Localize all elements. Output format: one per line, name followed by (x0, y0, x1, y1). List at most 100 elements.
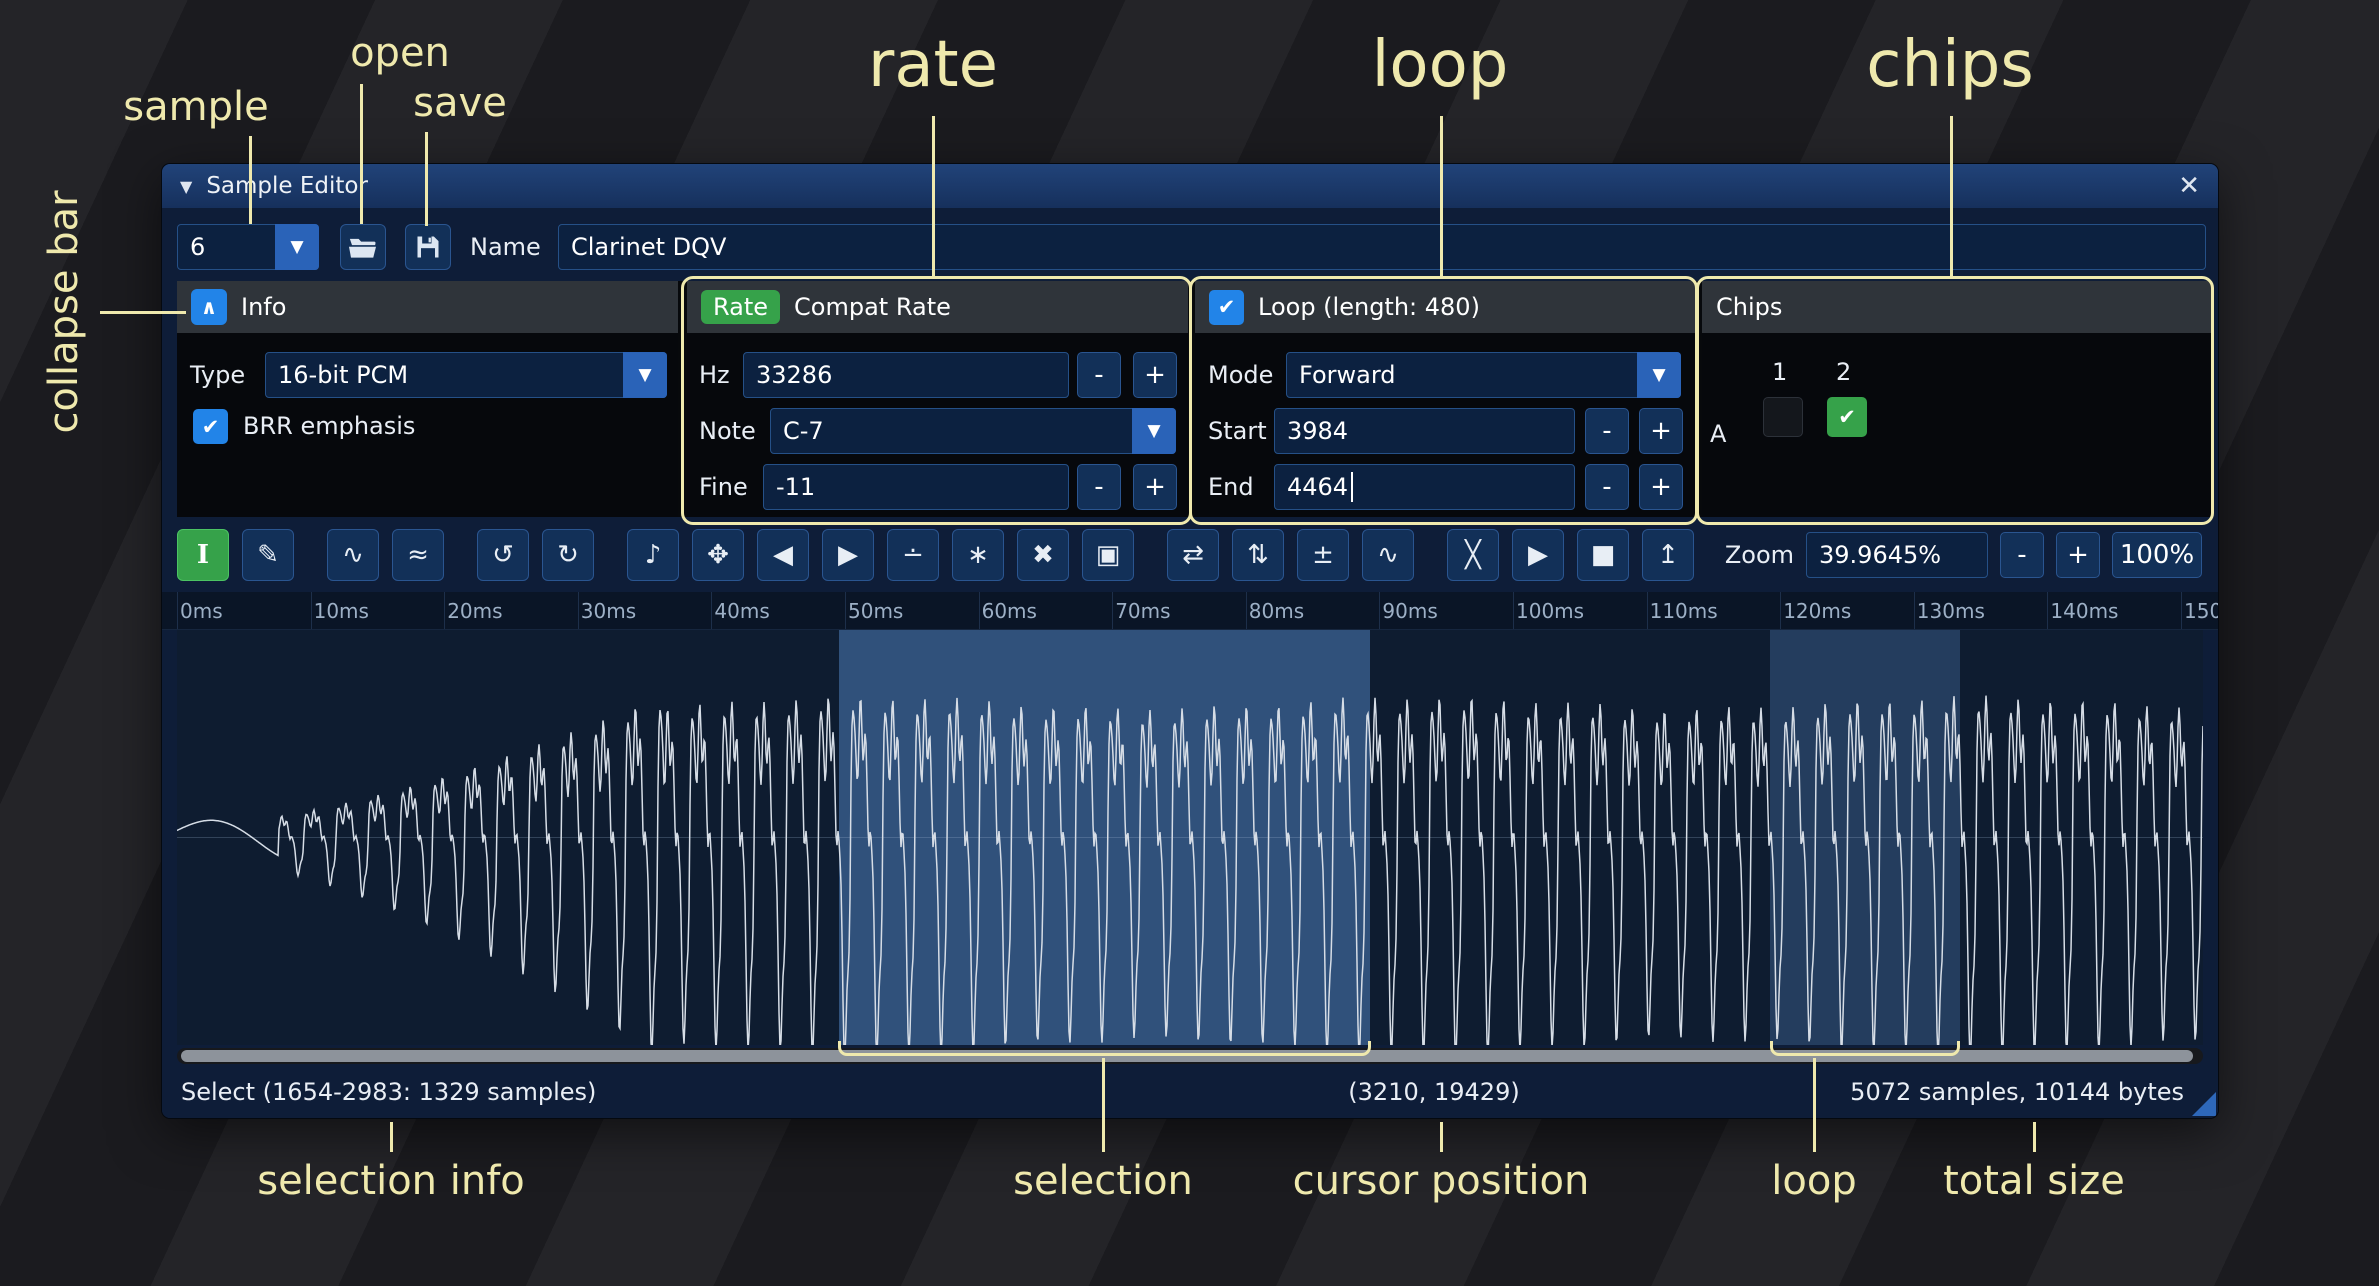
fine-plus-button[interactable]: + (1133, 464, 1177, 510)
open-button[interactable] (340, 224, 386, 270)
scrollbar-thumb[interactable] (181, 1050, 2193, 1062)
sample-number-select[interactable]: 6 ▼ (177, 224, 319, 270)
save-button[interactable] (405, 224, 451, 270)
sample-toolbar: I✎∿≈↺↻♪✥◀▶∸∗✖▣⇄⇅±∿╳▶■↥ Zoom 39.9645% - +… (162, 526, 2218, 584)
stop-preview-button[interactable]: ■ (1577, 529, 1629, 581)
delete-button[interactable]: ✖ (1017, 529, 1069, 581)
ruler-label: 90ms (1382, 599, 1437, 623)
crossfade-button[interactable]: ╳ (1447, 529, 1499, 581)
normalize-button[interactable]: ✥ (692, 529, 744, 581)
invert-button[interactable]: ⇅ (1232, 529, 1284, 581)
window-resize-grip[interactable] (2192, 1092, 2216, 1116)
collapse-info-button[interactable]: ∧ (191, 289, 227, 325)
hz-input[interactable]: 33286 (743, 352, 1069, 398)
fade-out-button[interactable]: ▶ (822, 529, 874, 581)
loop-end-value: 4464 (1287, 473, 1348, 501)
zoom-out-button[interactable]: - (2000, 532, 2044, 578)
preview-button[interactable]: ▶ (1512, 529, 1564, 581)
loop-start-plus-button[interactable]: + (1639, 408, 1683, 454)
text-caret (1351, 472, 1353, 502)
annotation-collapse-bar: collapse bar (41, 190, 87, 433)
insert-silence-button[interactable]: ∸ (887, 529, 939, 581)
apply-silence-button[interactable]: ∗ (952, 529, 1004, 581)
ruler-tick (177, 592, 178, 629)
annotation-save: save (413, 80, 507, 126)
hz-minus-button[interactable]: - (1077, 352, 1121, 398)
ruler-tick (1513, 592, 1514, 629)
sample-type-select[interactable]: 16-bit PCM ▼ (265, 352, 667, 398)
chip-2-checkbox[interactable]: ✔ (1827, 397, 1867, 437)
fade-in-button[interactable]: ◀ (757, 529, 809, 581)
ruler-label: 10ms (314, 599, 369, 623)
ruler-tick (711, 592, 712, 629)
ruler-label: 40ms (714, 599, 769, 623)
ruler-tick (2181, 592, 2182, 629)
name-input[interactable]: Clarinet DQV (558, 224, 2206, 270)
fine-minus-button[interactable]: - (1077, 464, 1121, 510)
waveform-scrollbar[interactable] (177, 1048, 2203, 1064)
trim-button[interactable]: ▣ (1082, 529, 1134, 581)
zoom-reset-button[interactable]: 100% (2112, 532, 2202, 578)
loop-end-input[interactable]: 4464 (1274, 464, 1575, 510)
zoom-in-button[interactable]: + (2056, 532, 2100, 578)
info-header: ∧ Info (177, 281, 678, 333)
zoom-label: Zoom (1725, 541, 1794, 569)
chevron-down-icon[interactable]: ▼ (275, 224, 319, 270)
sign-invert-button[interactable]: ± (1297, 529, 1349, 581)
redo-button[interactable]: ↻ (542, 529, 594, 581)
select-tool-button[interactable]: I (177, 529, 229, 581)
note-value: C-7 (783, 417, 824, 445)
annotation-line (2033, 1122, 2036, 1152)
zoom-input[interactable]: 39.9645% (1806, 532, 1988, 578)
hz-plus-button[interactable]: + (1133, 352, 1177, 398)
chevron-down-icon[interactable]: ▼ (1132, 408, 1176, 454)
rate-section: Rate Compat Rate Hz 33286 - + Note C-7 ▼… (687, 281, 1188, 517)
note-select[interactable]: C-7 ▼ (770, 408, 1176, 454)
annotation-selection: selection (1013, 1158, 1193, 1204)
loop-end-plus-button[interactable]: + (1639, 464, 1683, 510)
loop-mode-select[interactable]: Forward ▼ (1286, 352, 1681, 398)
ruler-tick (1379, 592, 1380, 629)
loop-start-input[interactable]: 3984 (1274, 408, 1575, 454)
ruler-label: 60ms (982, 599, 1037, 623)
ruler-label: 0ms (180, 599, 223, 623)
undo-button[interactable]: ↺ (477, 529, 529, 581)
loop-start-minus-button[interactable]: - (1585, 408, 1629, 454)
hz-label: Hz (699, 352, 730, 398)
annotation-chips: chips (1866, 28, 2034, 102)
status-bar: Select (1654-2983: 1329 samples) (3210, … (162, 1066, 2218, 1118)
brr-emphasis-checkbox[interactable]: ✔ (193, 409, 228, 444)
resample-button[interactable]: ∿ (327, 529, 379, 581)
loop-start-value: 3984 (1287, 417, 1348, 445)
fine-input[interactable]: -11 (763, 464, 1069, 510)
close-icon[interactable]: ✕ (2178, 171, 2200, 201)
annotation-open: open (350, 30, 450, 76)
chip-1-checkbox[interactable] (1763, 397, 1803, 437)
make-wavetable-button[interactable]: ↥ (1642, 529, 1694, 581)
rate-badge[interactable]: Rate (701, 290, 780, 324)
ruler-tick (578, 592, 579, 629)
timeline-ruler: 0ms10ms20ms30ms40ms50ms60ms70ms80ms90ms1… (162, 592, 2218, 630)
titlebar[interactable]: ▼ Sample Editor ✕ (162, 164, 2218, 208)
ruler-label: 150 (2184, 599, 2218, 623)
chevron-down-icon[interactable]: ▼ (1637, 352, 1681, 398)
panels-strip: ∧ Info Type 16-bit PCM ▼ ✔ BRR emphasis … (177, 281, 2212, 517)
window-collapse-icon[interactable]: ▼ (180, 177, 192, 196)
reverse-button[interactable]: ⇄ (1167, 529, 1219, 581)
loop-enable-checkbox[interactable]: ✔ (1209, 290, 1244, 325)
loop-mode-value: Forward (1299, 361, 1396, 389)
waveform-area[interactable] (177, 630, 2203, 1045)
loop-end-minus-button[interactable]: - (1585, 464, 1629, 510)
filter-button[interactable]: ∿ (1362, 529, 1414, 581)
rate-title: Compat Rate (794, 293, 951, 321)
draw-tool-button[interactable]: ✎ (242, 529, 294, 581)
crossfade-loop-button[interactable]: ≈ (392, 529, 444, 581)
annotation-loop-bottom: loop (1771, 1158, 1856, 1204)
annotation-total-size: total size (1943, 1158, 2125, 1204)
ruler-label: 50ms (848, 599, 903, 623)
chevron-down-icon[interactable]: ▼ (623, 352, 667, 398)
total-size-text: 5072 samples, 10144 bytes (1850, 1078, 2184, 1106)
ruler-tick (444, 592, 445, 629)
amplify-button[interactable]: ♪ (627, 529, 679, 581)
annotation-rate: rate (868, 28, 998, 102)
